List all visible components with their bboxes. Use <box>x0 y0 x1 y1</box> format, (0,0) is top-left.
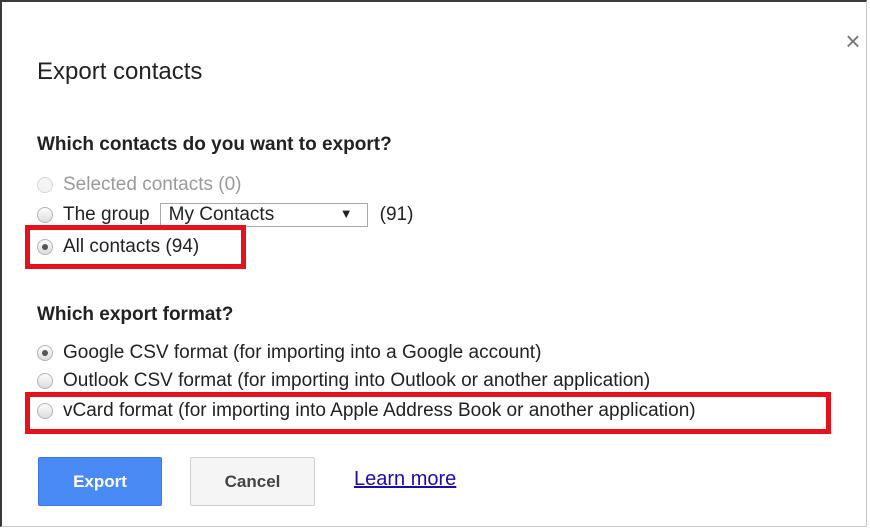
radio-label-vcard: vCard format (for importing into Apple A… <box>63 400 696 421</box>
radio-group[interactable] <box>37 207 53 223</box>
radio-option-vcard[interactable]: vCard format (for importing into Apple A… <box>37 398 696 424</box>
radio-selected-contacts[interactable] <box>37 177 53 193</box>
cancel-button[interactable]: Cancel <box>190 457 315 506</box>
radio-option-selected-contacts[interactable]: Selected contacts (0) <box>37 172 241 198</box>
export-button[interactable]: Export <box>38 457 162 506</box>
radio-outlook-csv[interactable] <box>37 373 53 389</box>
radio-option-all-contacts[interactable]: All contacts (94) <box>37 234 199 260</box>
radio-label-selected-contacts: Selected contacts (0) <box>63 174 242 195</box>
radio-all-contacts[interactable] <box>37 239 53 255</box>
radio-option-group[interactable]: The group My Contacts ▼ (91) <box>37 202 413 228</box>
radio-vcard[interactable] <box>37 403 53 419</box>
group-select[interactable]: My Contacts ▼ <box>159 203 368 227</box>
radio-option-google-csv[interactable]: Google CSV format (for importing into a … <box>37 340 541 366</box>
chevron-down-icon: ▼ <box>339 206 353 221</box>
radio-label-outlook-csv: Outlook CSV format (for importing into O… <box>63 370 651 391</box>
radio-label-all-contacts: All contacts (94) <box>63 236 200 257</box>
radio-option-outlook-csv[interactable]: Outlook CSV format (for importing into O… <box>37 368 650 394</box>
export-contacts-dialog: × Export contacts Which contacts do you … <box>0 0 867 527</box>
contacts-section-heading: Which contacts do you want to export? <box>37 134 392 155</box>
format-section-heading: Which export format? <box>37 304 234 325</box>
close-icon[interactable]: × <box>838 26 868 56</box>
radio-label-group: The group <box>63 204 150 225</box>
group-count: (91) <box>379 204 414 225</box>
radio-label-google-csv: Google CSV format (for importing into a … <box>63 342 542 363</box>
group-select-value: My Contacts <box>168 204 275 225</box>
dialog-title: Export contacts <box>37 58 203 85</box>
learn-more-link[interactable]: Learn more <box>354 468 456 491</box>
radio-google-csv[interactable] <box>37 345 53 361</box>
